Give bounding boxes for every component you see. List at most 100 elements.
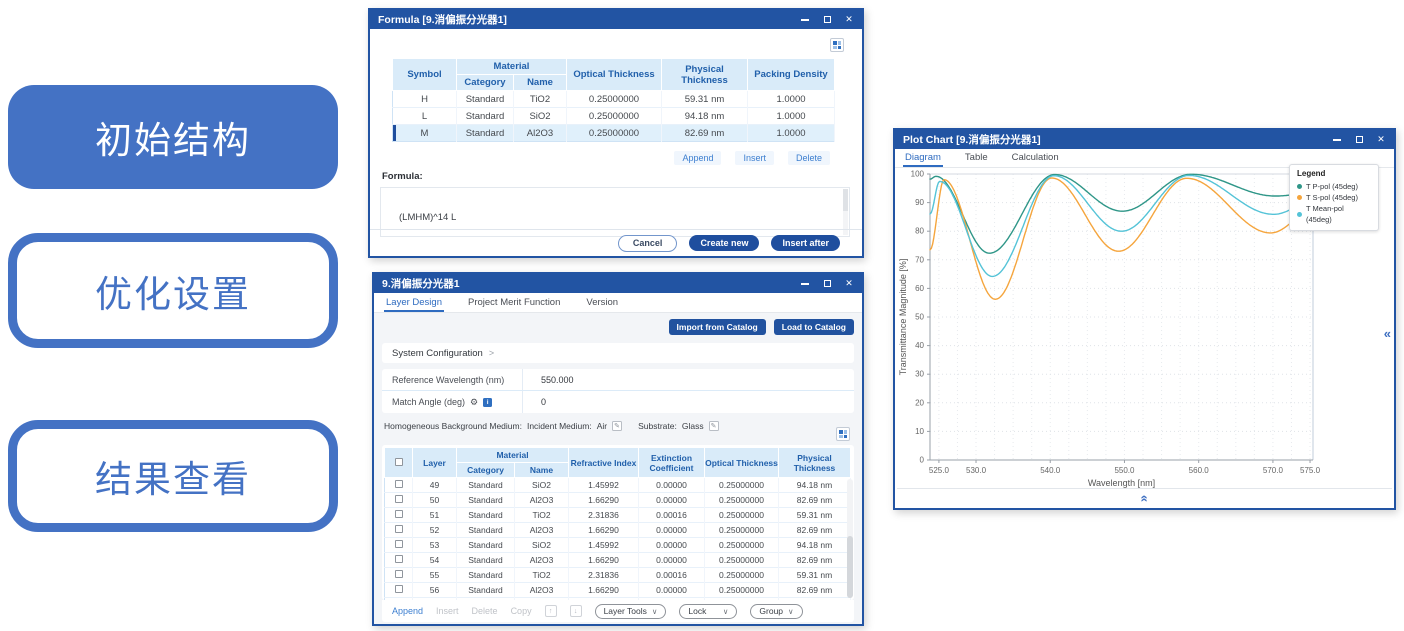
insert-after-button[interactable]: Insert after	[771, 235, 840, 251]
svg-text:0: 0	[920, 456, 925, 465]
col-packing-density[interactable]: Packing Density	[748, 59, 835, 91]
formula-label: Formula:	[382, 171, 423, 182]
maximize-icon[interactable]	[822, 279, 832, 289]
table-row[interactable]: 51StandardTiO22.318360.000160.2500000059…	[385, 508, 851, 523]
row-checkbox[interactable]	[395, 570, 403, 578]
match-angle-field[interactable]: 0	[522, 391, 854, 413]
tab-diagram[interactable]: Diagram	[903, 149, 943, 167]
insert-button[interactable]: Insert	[436, 606, 459, 616]
row-checkbox[interactable]	[395, 525, 403, 533]
row-checkbox-cell[interactable]	[385, 583, 413, 598]
move-down-button[interactable]: ↓	[570, 605, 582, 617]
row-checkbox[interactable]	[395, 495, 403, 503]
table-row[interactable]: 49StandardSiO21.459920.000000.2500000094…	[385, 478, 851, 493]
copy-button[interactable]: Copy	[511, 606, 532, 616]
plot-titlebar[interactable]: Plot Chart [9.消偏振分光器1] ✕	[895, 130, 1394, 149]
col-refractive-index[interactable]: Refractive Index	[569, 448, 639, 478]
table-scrollbar[interactable]	[847, 479, 853, 598]
col-layer[interactable]: Layer	[413, 448, 457, 478]
column-settings-icon[interactable]	[830, 38, 844, 52]
delete-button[interactable]: Delete	[788, 151, 830, 165]
legend-item[interactable]: T P-pol (45deg)	[1297, 181, 1371, 192]
col-optical-thickness[interactable]: Optical Thickness	[705, 448, 779, 478]
col-category[interactable]: Category	[457, 75, 514, 91]
row-checkbox[interactable]	[395, 480, 403, 488]
info-icon[interactable]: i	[483, 398, 492, 407]
minimize-icon[interactable]	[800, 15, 810, 25]
table-row[interactable]: 53StandardSiO21.459920.000000.2500000094…	[385, 538, 851, 553]
legend-item[interactable]: T S-pol (45deg)	[1297, 192, 1371, 203]
window-controls: ✕	[1332, 135, 1386, 145]
col-extinction-coefficient[interactable]: Extinction Coefficient	[639, 448, 705, 478]
table-row[interactable]: 52StandardAl2O31.662900.000000.250000008…	[385, 523, 851, 538]
maximize-icon[interactable]	[822, 15, 832, 25]
group-dropdown[interactable]: Group ∨	[750, 604, 802, 619]
move-up-button[interactable]: ↑	[545, 605, 557, 617]
col-name[interactable]: Name	[515, 463, 569, 478]
row-checkbox-cell[interactable]	[385, 538, 413, 553]
close-icon[interactable]: ✕	[1376, 135, 1386, 145]
formula-titlebar[interactable]: Formula [9.消偏振分光器1] ✕	[370, 10, 862, 29]
collapse-panel-icon[interactable]: «	[1384, 326, 1391, 341]
tab-project-merit-function[interactable]: Project Merit Function	[466, 294, 562, 312]
legend-item[interactable]: T Mean-pol (45deg)	[1297, 203, 1371, 225]
select-all-checkbox-cell[interactable]	[385, 448, 413, 478]
col-physical-thickness[interactable]: Physical Thickness	[779, 448, 851, 478]
minimize-icon[interactable]	[800, 279, 810, 289]
edit-icon[interactable]: ✎	[612, 421, 622, 431]
match-angle-label: Match Angle (deg)	[392, 397, 465, 407]
col-physical-thickness[interactable]: Physical Thickness	[662, 59, 748, 91]
layer-titlebar[interactable]: 9.消偏振分光器1 ✕	[374, 274, 862, 293]
table-row[interactable]: 54StandardAl2O31.662900.000000.250000008…	[385, 553, 851, 568]
row-checkbox-cell[interactable]	[385, 493, 413, 508]
layer-tools-dropdown[interactable]: Layer Tools ∨	[595, 604, 667, 619]
svg-text:50: 50	[915, 313, 924, 322]
lock-dropdown[interactable]: Lock ∨	[679, 604, 737, 619]
col-name[interactable]: Name	[514, 75, 567, 91]
row-checkbox-cell[interactable]	[385, 568, 413, 583]
col-symbol[interactable]: Symbol	[393, 59, 457, 91]
tab-table[interactable]: Table	[963, 149, 990, 167]
append-button[interactable]: Append	[392, 606, 423, 616]
gear-icon[interactable]: ⚙	[470, 397, 478, 408]
table-row[interactable]: MStandardAl2O30.2500000082.69 nm1.0000	[393, 125, 835, 142]
cancel-button[interactable]: Cancel	[618, 235, 678, 252]
row-checkbox-cell[interactable]	[385, 508, 413, 523]
edit-icon[interactable]: ✎	[709, 421, 719, 431]
create-new-button[interactable]: Create new	[689, 235, 759, 251]
column-settings-icon[interactable]	[836, 427, 850, 441]
system-configuration-header[interactable]: System Configuration >	[382, 343, 854, 363]
import-from-catalog-button[interactable]: Import from Catalog	[669, 319, 766, 335]
window-title: 9.消偏振分光器1	[382, 276, 460, 291]
append-button[interactable]: Append	[674, 151, 721, 165]
delete-button[interactable]: Delete	[472, 606, 498, 616]
row-checkbox-cell[interactable]	[385, 523, 413, 538]
row-checkbox[interactable]	[395, 510, 403, 518]
table-row[interactable]: HStandardTiO20.2500000059.31 nm1.0000	[393, 91, 835, 108]
close-icon[interactable]: ✕	[844, 279, 854, 289]
col-optical-thickness[interactable]: Optical Thickness	[567, 59, 662, 91]
collapse-up-icon[interactable]: «	[1137, 495, 1152, 502]
row-checkbox[interactable]	[395, 555, 403, 563]
table-row[interactable]: LStandardSiO20.2500000094.18 nm1.0000	[393, 108, 835, 125]
tab-layer-design[interactable]: Layer Design	[384, 294, 444, 312]
row-checkbox-cell[interactable]	[385, 553, 413, 568]
table-row[interactable]: 50StandardAl2O31.662900.000000.250000008…	[385, 493, 851, 508]
col-category[interactable]: Category	[457, 463, 515, 478]
row-checkbox[interactable]	[395, 585, 403, 593]
close-icon[interactable]: ✕	[844, 15, 854, 25]
table-row[interactable]: 56StandardAl2O31.662900.000000.250000008…	[385, 583, 851, 598]
row-checkbox[interactable]	[395, 540, 403, 548]
maximize-icon[interactable]	[1354, 135, 1364, 145]
minimize-icon[interactable]	[1332, 135, 1342, 145]
insert-button[interactable]: Insert	[735, 151, 774, 165]
table-row[interactable]: 55StandardTiO22.318360.000160.2500000059…	[385, 568, 851, 583]
col-material[interactable]: Material	[457, 448, 569, 463]
tab-calculation[interactable]: Calculation	[1010, 149, 1061, 167]
row-checkbox-cell[interactable]	[385, 478, 413, 493]
reference-wavelength-field[interactable]: 550.000	[522, 369, 854, 390]
tab-version[interactable]: Version	[584, 294, 620, 312]
col-material[interactable]: Material	[457, 59, 567, 75]
scrollbar-thumb[interactable]	[847, 536, 853, 598]
load-to-catalog-button[interactable]: Load to Catalog	[774, 319, 854, 335]
